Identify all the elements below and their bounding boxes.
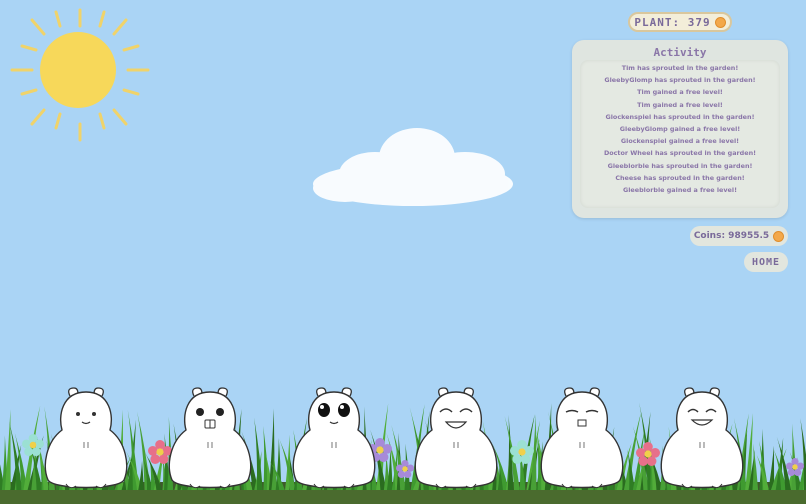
game-scene: PLANT: 379 Activity Tim has sprouted in … — [0, 0, 806, 504]
plant-counter: PLANT: 379 — [628, 12, 732, 32]
activity-entry: Gleeblorble has sprouted in the garden! — [607, 161, 753, 170]
hamster-character[interactable] — [536, 386, 628, 494]
coins-counter: Coins: 98955.5 — [690, 226, 788, 246]
activity-title: Activity — [653, 46, 707, 59]
activity-entry: Gleeblorble gained a free level! — [623, 185, 737, 194]
activity-entry: Tim has sprouted in the garden! — [621, 64, 739, 72]
sun-icon — [10, 8, 150, 142]
activity-entry: Tim gained a free level! — [637, 100, 723, 109]
hamster-character[interactable] — [164, 386, 256, 494]
hamster-icon — [540, 387, 624, 489]
activity-entry: Glockenspiel has sprouted in the garden! — [605, 112, 755, 121]
activity-panel: Activity Tim has sprouted in the garden!… — [572, 40, 788, 218]
activity-entry: Glockenspiel gained a free level! — [620, 137, 740, 146]
hamster-character[interactable] — [410, 386, 502, 494]
hamster-icon — [414, 387, 498, 489]
hamster-character[interactable] — [656, 386, 748, 494]
cloud-icon — [313, 128, 513, 206]
activity-list: Tim has sprouted in the garden! GleebyGl… — [580, 60, 780, 196]
activity-entry: Cheese has sprouted in the garden! — [615, 173, 745, 182]
activity-entry: GleebyGlomp gained a free level! — [619, 124, 741, 133]
flower-icon — [786, 458, 804, 476]
activity-entry: Doctor Wheel has sprouted in the garden! — [603, 149, 757, 158]
coin-icon — [773, 230, 785, 242]
hamster-character[interactable] — [40, 386, 132, 494]
hamster-icon — [292, 387, 376, 489]
flower-icon — [510, 440, 534, 464]
coins-counter-label: Coins: 98955.5 — [693, 231, 770, 241]
activity-log[interactable]: Tim has sprouted in the garden! GleebyGl… — [580, 60, 780, 208]
hamster-character[interactable] — [288, 386, 380, 494]
home-button[interactable]: HOME — [744, 252, 788, 272]
activity-entry: Tim gained a free level! — [637, 88, 723, 97]
coin-icon — [714, 16, 726, 28]
hamster-icon — [660, 387, 744, 489]
hamster-icon — [44, 387, 128, 489]
hamster-icon — [168, 387, 252, 489]
plant-counter-label: PLANT: 379 — [634, 15, 711, 29]
activity-entry: GleebyGlomp has sprouted in the garden! — [604, 76, 756, 85]
